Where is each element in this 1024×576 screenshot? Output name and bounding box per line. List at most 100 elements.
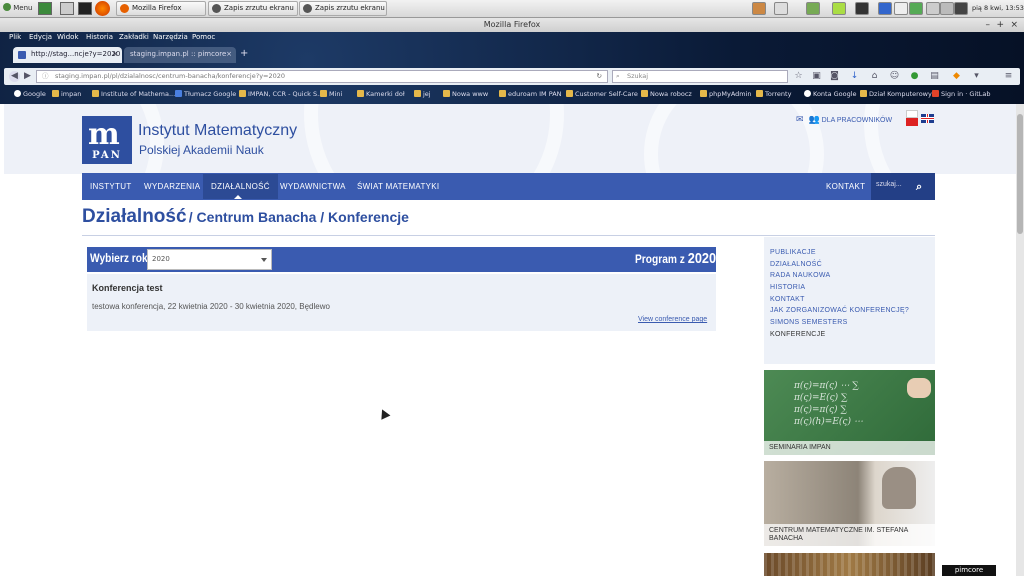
- sidebar-item-simons-semesters[interactable]: SIMONS SEMESTERS: [770, 319, 848, 326]
- sidebar-item-dzialalnosc[interactable]: DZIAŁALNOŚĆ: [770, 261, 822, 268]
- sidebar-item-konferencje[interactable]: KONFERENCJE: [770, 331, 825, 338]
- bookmark-item[interactable]: Dział Komputerowy: [860, 90, 932, 98]
- close-tab-icon[interactable]: ×: [112, 47, 118, 62]
- tray-battery-icon[interactable]: [940, 2, 954, 15]
- tray-window-icon[interactable]: [774, 2, 788, 15]
- site-title[interactable]: Instytut Matematyczny: [138, 122, 297, 140]
- sidebar-item-historia[interactable]: HISTORIA: [770, 284, 805, 291]
- tray-monitor-icon[interactable]: [806, 2, 820, 15]
- back-icon[interactable]: ◀: [9, 71, 20, 82]
- english-flag-icon[interactable]: [921, 114, 934, 123]
- view-conference-link[interactable]: View conference page: [638, 316, 707, 323]
- bookmark-item[interactable]: impan: [52, 90, 81, 98]
- desktop-icon[interactable]: [38, 2, 52, 15]
- smiley-icon[interactable]: ☺: [889, 71, 900, 82]
- tray-check-icon[interactable]: [909, 2, 923, 15]
- nav-item-wydarzenia[interactable]: WYDARZENIA: [136, 174, 208, 199]
- new-tab-icon[interactable]: +: [240, 48, 248, 59]
- taskbar-window-screenshot-1[interactable]: Zapis zrzutu ekranu: [208, 1, 298, 16]
- nav-item-swiat-matematyki[interactable]: ŚWIAT MATEMATYKI: [349, 174, 447, 199]
- nav-item-kontakt[interactable]: KONTAKT: [818, 174, 873, 199]
- tray-network-icon[interactable]: [878, 2, 892, 15]
- impan-logo[interactable]: m PAN: [82, 116, 132, 164]
- minimize-icon[interactable]: –: [986, 18, 991, 32]
- search-icon[interactable]: ⌕: [916, 180, 922, 194]
- star-icon[interactable]: ☆: [793, 71, 804, 82]
- tray-app-icon[interactable]: [752, 2, 766, 15]
- bookmark-item[interactable]: Institute of Mathema...: [92, 90, 175, 98]
- bookmark-item[interactable]: Mini: [320, 90, 342, 98]
- nav-item-instytut[interactable]: INSTYTUT: [82, 174, 140, 199]
- polish-flag-icon[interactable]: [906, 110, 918, 126]
- extension-icon[interactable]: ●: [909, 71, 920, 82]
- bookmark-item[interactable]: Nowa www: [443, 90, 488, 98]
- site-subtitle[interactable]: Polskiej Akademii Nauk: [139, 143, 264, 157]
- library-card[interactable]: [764, 553, 935, 576]
- breadcrumb-path[interactable]: / Centrum Banacha / Konferencje: [189, 209, 409, 225]
- bookmark-item[interactable]: IMPAN, CCR - Quick S...: [239, 90, 323, 98]
- bookmark-item[interactable]: jej: [414, 90, 431, 98]
- extension-icon[interactable]: ▾: [971, 71, 982, 82]
- taskbar-window-screenshot-2[interactable]: Zapis zrzutu ekranu: [299, 1, 387, 16]
- tray-gear-icon[interactable]: [855, 2, 869, 15]
- seminaria-card[interactable]: π(ς)=π(ς) ⋯ ∑ π(ς)=E(ς) ∑ π(ς)=π(ς) ∑ π(ς)(…: [764, 370, 935, 455]
- pimcore-badge[interactable]: pimcore: [942, 565, 996, 576]
- banach-center-card[interactable]: CENTRUM MATEMATYCZNE IM. STEFANA BANACHA: [764, 461, 935, 546]
- browser-tab-active[interactable]: http://stag...ncje?y=2020 ×: [13, 47, 122, 63]
- pocket-icon[interactable]: ◙: [829, 71, 840, 82]
- tray-pen-icon[interactable]: [954, 2, 968, 15]
- tray-volume-icon[interactable]: [926, 2, 940, 15]
- page-scrollbar[interactable]: [1016, 104, 1024, 576]
- files-icon[interactable]: [60, 2, 74, 15]
- site-search-input[interactable]: szukaj... ⌕: [871, 173, 935, 200]
- tray-app-icon[interactable]: [832, 2, 846, 15]
- browser-search-input[interactable]: ⌕ Szukaj: [612, 70, 788, 83]
- sidebar-item-rada-naukowa[interactable]: RADA NAUKOWA: [770, 272, 831, 279]
- bookmark-item[interactable]: Customer Self-Care: [566, 90, 638, 98]
- bookmark-item[interactable]: Nowa robocz: [641, 90, 692, 98]
- sidebar-item-kontakt[interactable]: KONTAKT: [770, 296, 805, 303]
- maximize-icon[interactable]: +: [996, 18, 1004, 32]
- sidebar-item-publikacje[interactable]: PUBLIKACJE: [770, 249, 816, 256]
- menu-zakladki[interactable]: Zakładki: [119, 33, 149, 41]
- clock[interactable]: pią 8 kwi, 13:53: [972, 4, 1024, 12]
- bookmark-item[interactable]: eduroam IM PAN: [499, 90, 562, 98]
- close-tab-icon[interactable]: ×: [226, 47, 232, 62]
- url-bar[interactable]: ⓘ staging.impan.pl/pl/dzialalnosc/centru…: [36, 70, 608, 83]
- bookmark-item[interactable]: Kamerki doł: [357, 90, 405, 98]
- bookmark-item[interactable]: Tłumacz Google: [175, 90, 236, 98]
- browser-tab[interactable]: staging.impan.pl :: pimcore ×: [124, 47, 236, 63]
- menu-narzedzia[interactable]: Narzędzia: [153, 33, 188, 41]
- clipboard-icon[interactable]: ▣: [811, 71, 822, 82]
- staff-link[interactable]: ✉ 👥 DLA PRACOWNIKÓW: [796, 114, 892, 125]
- bookmark-item[interactable]: Konta Google: [804, 90, 857, 98]
- sidebar-item-jak-zorganizowac[interactable]: JAK ZORGANIZOWAĆ KONFERENCJĘ?: [770, 307, 909, 314]
- bookmark-item[interactable]: Google: [14, 90, 46, 98]
- bookmark-item[interactable]: Sign in · GitLab: [932, 90, 991, 98]
- menu-plik[interactable]: Plik: [9, 33, 21, 41]
- download-icon[interactable]: ↓: [849, 71, 860, 82]
- close-icon[interactable]: ×: [1010, 18, 1018, 32]
- forward-icon[interactable]: ▶: [22, 71, 33, 82]
- scrollbar-thumb[interactable]: [1017, 114, 1023, 234]
- year-select[interactable]: 2020: [147, 249, 272, 270]
- bookmark-item[interactable]: phpMyAdmin: [700, 90, 752, 98]
- mail-icon[interactable]: ✉: [796, 114, 804, 124]
- firefox-icon[interactable]: [95, 1, 110, 16]
- nav-item-wydawnictwa[interactable]: WYDAWNICTWA: [272, 174, 354, 199]
- start-menu-button[interactable]: Menu: [3, 3, 32, 12]
- home-icon[interactable]: ⌂: [869, 71, 880, 82]
- breadcrumb-section[interactable]: Działalność: [82, 206, 187, 227]
- menu-widok[interactable]: Widok: [57, 33, 79, 41]
- extension-icon[interactable]: ▤: [929, 71, 940, 82]
- reload-icon[interactable]: ↻: [597, 71, 602, 82]
- menu-edycja[interactable]: Edycja: [29, 33, 52, 41]
- terminal-icon[interactable]: [78, 2, 92, 15]
- extension-icon[interactable]: ◆: [951, 71, 962, 82]
- menu-pomoc[interactable]: Pomoc: [192, 33, 215, 41]
- menu-historia[interactable]: Historia: [86, 33, 113, 41]
- hamburger-menu-icon[interactable]: ≡: [1003, 71, 1014, 82]
- bookmark-item[interactable]: Torrenty: [756, 90, 791, 98]
- tray-printer-icon[interactable]: [894, 2, 908, 15]
- taskbar-window-firefox[interactable]: Mozilla Firefox: [116, 1, 206, 16]
